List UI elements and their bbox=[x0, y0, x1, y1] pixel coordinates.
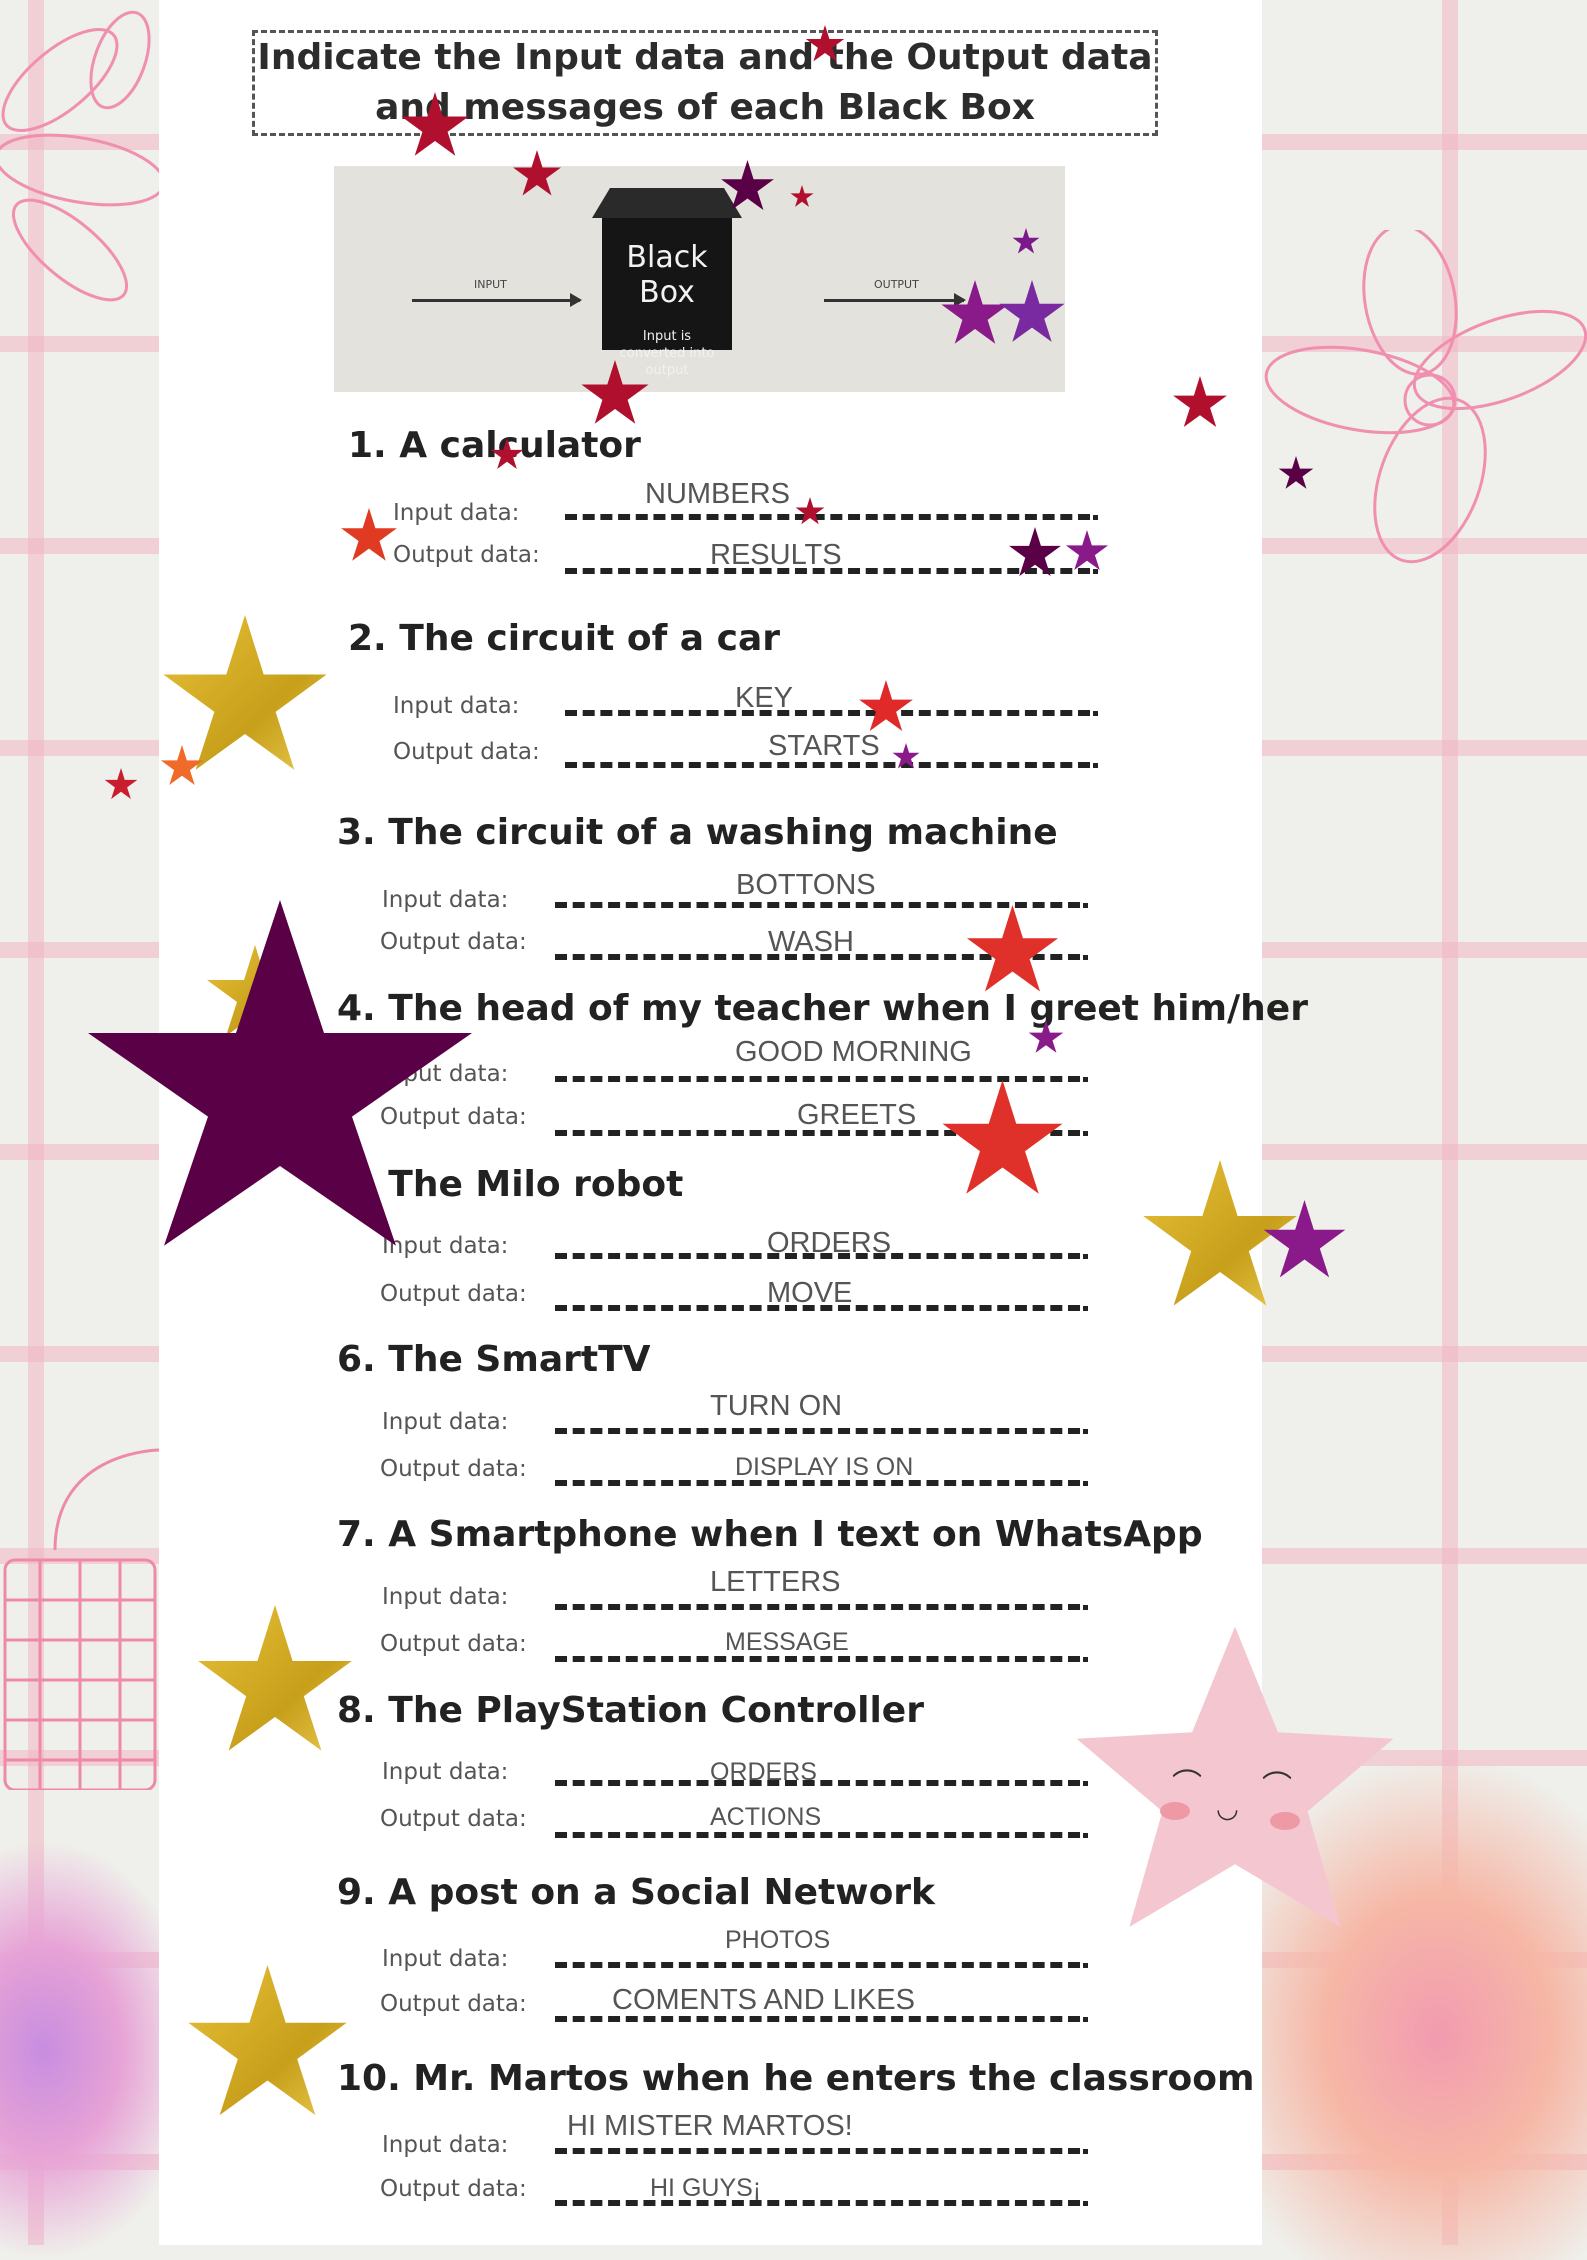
output-label: Output data: bbox=[380, 1456, 527, 1482]
flower-outline-right-icon bbox=[1264, 230, 1587, 564]
answer-line bbox=[565, 514, 1098, 520]
star-eye-icon: ⌒ bbox=[1172, 1768, 1202, 1803]
input-label: Input data: bbox=[382, 1409, 509, 1435]
answer-line bbox=[555, 1480, 1088, 1486]
flower-outline-left-icon bbox=[0, 10, 166, 302]
black-box-title: Black Box bbox=[626, 240, 708, 310]
input-arrow-icon bbox=[412, 293, 582, 307]
input-label: Input data: bbox=[382, 1946, 509, 1972]
input-label: Input data: bbox=[382, 1759, 509, 1785]
answer-line bbox=[555, 1656, 1088, 1662]
diagram-output-label: OUTPUT bbox=[874, 278, 919, 291]
input-label: Input data: bbox=[382, 887, 509, 913]
basket-icon bbox=[3, 1448, 160, 1790]
star-cheek bbox=[1270, 1812, 1300, 1830]
output-answer: ACTIONS bbox=[710, 1803, 822, 1831]
instruction-box: Indicate the Input data and the Output d… bbox=[252, 30, 1158, 136]
output-label: Output data: bbox=[393, 542, 540, 568]
output-label: Output data: bbox=[380, 1806, 527, 1832]
input-answer: TURN ON bbox=[710, 1390, 843, 1422]
output-label: Output data: bbox=[380, 1631, 527, 1657]
output-answer: COMENTS AND LIKES bbox=[612, 1984, 915, 2016]
star-cheek bbox=[1160, 1802, 1190, 1820]
input-answer: PHOTOS bbox=[725, 1926, 831, 1954]
diagram-input-label: INPUT bbox=[474, 278, 507, 291]
item-title: 2. The circuit of a car bbox=[348, 618, 781, 659]
output-answer: HI GUYS¡ bbox=[650, 2174, 762, 2202]
answer-line bbox=[555, 1780, 1088, 1786]
item-title: 4. The head of my teacher when I greet h… bbox=[337, 988, 1308, 1029]
item-title: 6. The SmartTV bbox=[337, 1339, 651, 1380]
item-title: 10. Mr. Martos when he enters the classr… bbox=[337, 2058, 1255, 2099]
black-box-diagram: INPUT Black Box Input is converted into … bbox=[334, 166, 1065, 392]
output-label: Output data: bbox=[380, 1104, 527, 1130]
input-answer: HI MISTER MARTOS! bbox=[567, 2110, 853, 2142]
input-label: Input data: bbox=[382, 1584, 509, 1610]
input-answer: BOTTONS bbox=[736, 869, 876, 901]
item-title: 5. The Milo robot bbox=[337, 1164, 684, 1205]
item-title: 3. The circuit of a washing machine bbox=[337, 812, 1058, 853]
input-answer: GOOD MORNING bbox=[735, 1036, 972, 1068]
black-box-icon: Black Box Input is converted into output bbox=[602, 218, 732, 378]
output-answer: MESSAGE bbox=[725, 1628, 849, 1656]
answer-line bbox=[565, 568, 1098, 574]
item-title: 7. A Smartphone when I text on WhatsApp bbox=[337, 1514, 1203, 1555]
input-answer: NUMBERS bbox=[645, 478, 791, 510]
answer-line bbox=[555, 1832, 1088, 1838]
answer-line bbox=[555, 902, 1088, 908]
input-label: Input data: bbox=[393, 500, 520, 526]
input-label: Input data: bbox=[382, 1233, 509, 1259]
output-answer: DISPLAY IS ON bbox=[735, 1453, 914, 1481]
output-label: Output data: bbox=[380, 929, 527, 955]
answer-line bbox=[565, 762, 1098, 768]
output-arrow-icon bbox=[824, 293, 966, 307]
star-mouth-icon: ◡ bbox=[1216, 1794, 1239, 1824]
input-label: Input data: bbox=[382, 2132, 509, 2158]
answer-line bbox=[555, 2148, 1088, 2154]
star-eye-icon: ⌒ bbox=[1262, 1770, 1292, 1805]
input-label: Input data: bbox=[393, 693, 520, 719]
item-title: 9. A post on a Social Network bbox=[337, 1872, 935, 1913]
answer-line bbox=[555, 2016, 1088, 2022]
answer-line bbox=[555, 1305, 1088, 1311]
answer-line bbox=[555, 1428, 1088, 1434]
input-answer: LETTERS bbox=[710, 1566, 841, 1598]
output-label: Output data: bbox=[380, 1281, 527, 1307]
instruction-title: Indicate the Input data and the Output d… bbox=[257, 37, 1153, 128]
answer-line bbox=[555, 1962, 1088, 1968]
item-title: 1. A calculator bbox=[348, 425, 641, 466]
output-answer: STARTS bbox=[768, 730, 880, 762]
answer-line bbox=[555, 2200, 1088, 2206]
output-label: Output data: bbox=[380, 1991, 527, 2017]
answer-line bbox=[555, 1253, 1088, 1259]
output-label: Output data: bbox=[393, 739, 540, 765]
answer-line bbox=[565, 710, 1098, 716]
answer-line bbox=[555, 1604, 1088, 1610]
output-answer: GREETS bbox=[797, 1099, 917, 1131]
black-box-subtitle: Input is converted into output bbox=[619, 329, 715, 378]
item-title: 8. The PlayStation Controller bbox=[337, 1690, 924, 1731]
output-label: Output data: bbox=[380, 2176, 527, 2202]
answer-line bbox=[555, 1076, 1088, 1082]
